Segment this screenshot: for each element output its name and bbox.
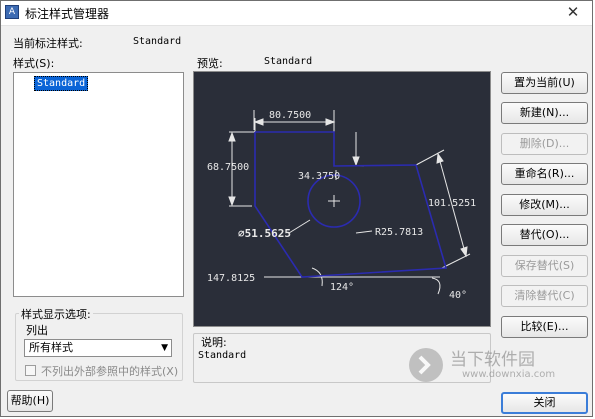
override-button[interactable]: 替代(O)... — [501, 224, 588, 246]
dim-top-width: 80.7500 — [269, 110, 311, 121]
dim-left-height: 68.7500 — [207, 162, 249, 173]
list-filter-select[interactable]: 所有样式 ▼ — [24, 339, 172, 357]
preview-pane: 80.7500 68.7500 34.3750 101.5251 ⌀51.562… — [193, 71, 491, 327]
exclude-xref-checkbox[interactable] — [25, 365, 36, 376]
exclude-xref-label: 不列出外部参照中的样式(X) — [41, 365, 179, 378]
set-current-button[interactable]: 置为当前(U) — [501, 72, 588, 94]
watermark-brand: 当下软件园 — [450, 350, 535, 370]
dim-small-vertical: 34.3750 — [298, 171, 340, 182]
dim-radius: R25.7813 — [375, 227, 423, 238]
styles-list[interactable]: Standard — [13, 72, 184, 297]
watermark-logo-icon — [409, 348, 443, 382]
dim-bottom: 147.8125 — [207, 273, 255, 284]
delete-button[interactable]: 删除(D)... — [501, 133, 588, 155]
compare-button[interactable]: 比较(E)... — [501, 316, 588, 338]
new-button[interactable]: 新建(N)... — [501, 102, 588, 124]
close-icon[interactable]: ✕ — [562, 3, 584, 21]
title-bar: A 标注样式管理器 ✕ — [1, 1, 592, 26]
window-title: 标注样式管理器 — [25, 7, 110, 21]
dimension-style-manager-window: A 标注样式管理器 ✕ 当前标注样式: Standard 样式(S): Stan… — [0, 0, 593, 417]
list-item-standard[interactable]: Standard — [34, 76, 89, 91]
help-button[interactable]: 帮助(H) — [7, 390, 53, 412]
preview-label: 预览: — [197, 57, 223, 70]
current-style-value: Standard — [133, 36, 182, 47]
clear-override-button[interactable]: 清除替代(C) — [501, 285, 588, 307]
dim-angle-bottom: 124° — [330, 282, 354, 293]
dim-diameter: ⌀51.5625 — [238, 227, 291, 240]
description-label: 说明: — [199, 334, 229, 350]
dim-slant: 101.5251 — [428, 198, 476, 209]
watermark: 当下软件园 www.downxia.com — [406, 343, 556, 393]
description-text: Standard — [198, 350, 247, 361]
list-filter-label: 列出 — [26, 324, 48, 337]
display-options-label: 样式显示选项: — [19, 306, 93, 322]
close-button[interactable]: 关闭 — [501, 392, 588, 414]
dim-angle-right: 40° — [449, 290, 467, 301]
preview-style-name: Standard — [264, 56, 313, 67]
watermark-url: www.downxia.com — [462, 369, 556, 380]
current-style-label: 当前标注样式: — [13, 37, 83, 50]
list-filter-value: 所有样式 — [29, 341, 73, 354]
app-icon: A — [5, 5, 19, 19]
rename-button[interactable]: 重命名(R)... — [501, 163, 588, 185]
chevron-down-icon: ▼ — [161, 343, 168, 353]
modify-button[interactable]: 修改(M)... — [501, 194, 588, 216]
dimension-preview-drawing: 80.7500 68.7500 34.3750 101.5251 ⌀51.562… — [207, 110, 476, 301]
save-override-button[interactable]: 保存替代(S) — [501, 255, 588, 277]
styles-label: 样式(S): — [13, 57, 55, 70]
